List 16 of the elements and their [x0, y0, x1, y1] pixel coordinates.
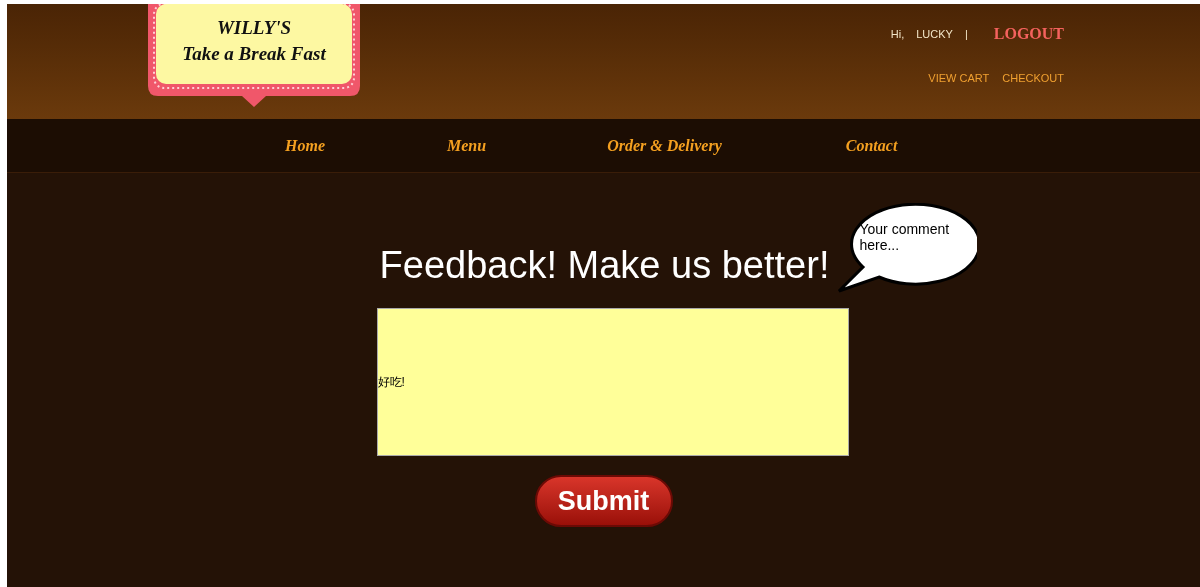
logo-title: WILLY'S [216, 16, 292, 40]
comment-field[interactable]: 好吃! [376, 308, 849, 456]
greeting-text: Hi, [890, 26, 905, 42]
bubble-text: Your comment here... [859, 221, 951, 253]
header-link[interactable]: CHECKOUT [1002, 70, 1064, 87]
separator-text: | [964, 26, 968, 42]
header-link[interactable]: VIEW CART [928, 70, 990, 87]
nav-link[interactable]: Order & Delivery [607, 133, 722, 158]
nav-link[interactable]: Menu [447, 133, 487, 158]
logout-link[interactable]: LOGOUT [993, 22, 1064, 46]
user-name: LUCKY [916, 26, 953, 42]
logo-tagline: Take a Break Fast [182, 42, 326, 66]
feedback-heading: Feedback! Make us better! [379, 243, 830, 288]
submit-button[interactable]: Submit [534, 475, 673, 527]
nav-link[interactable]: Home [285, 133, 325, 158]
nav-link[interactable]: Contact [845, 133, 898, 158]
